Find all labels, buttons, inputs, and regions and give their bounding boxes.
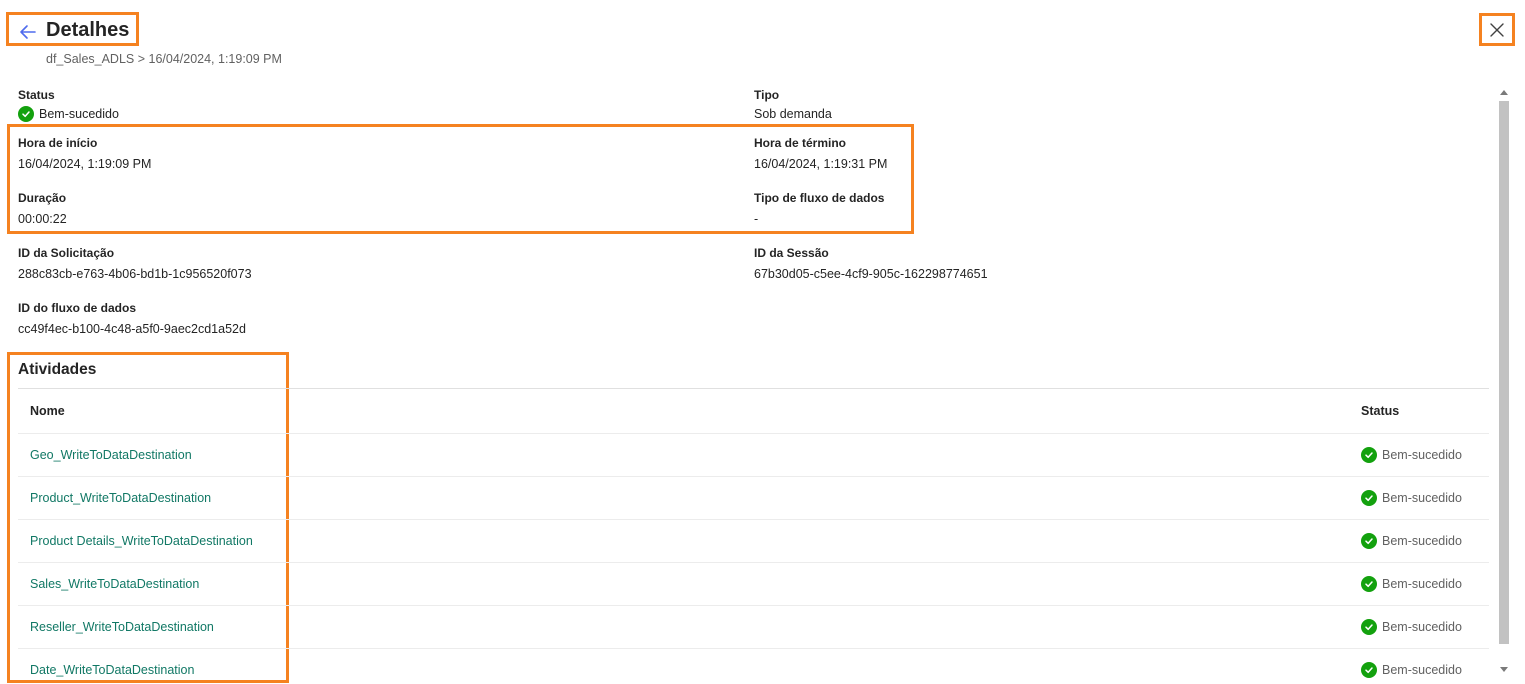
id-solicitacao-value: 288c83cb-e763-4b06-bd1b-1c956520f073 bbox=[18, 267, 252, 281]
activity-status-text: Bem-sucedido bbox=[1382, 577, 1462, 591]
id-fluxo-label: ID do fluxo de dados bbox=[18, 301, 137, 315]
success-check-icon bbox=[18, 106, 34, 122]
vertical-scrollbar[interactable] bbox=[1497, 86, 1511, 676]
activity-status-text: Bem-sucedido bbox=[1382, 534, 1462, 548]
tipo-label: Tipo bbox=[754, 88, 780, 102]
success-check-icon bbox=[1361, 662, 1377, 678]
activity-status: Bem-sucedido bbox=[1361, 490, 1462, 506]
activity-link[interactable]: Product_WriteToDataDestination bbox=[30, 491, 211, 505]
id-sessao-value: 67b30d05-c5ee-4cf9-905c-162298774651 bbox=[754, 267, 988, 281]
id-solicitacao-label: ID da Solicitação bbox=[18, 246, 115, 260]
column-header-status[interactable]: Status bbox=[1361, 404, 1399, 418]
scrollbar-thumb[interactable] bbox=[1499, 101, 1509, 644]
page-title: Detalhes bbox=[46, 19, 130, 41]
status-label: Status bbox=[18, 88, 55, 102]
success-check-icon bbox=[1361, 619, 1377, 635]
id-sessao-label: ID da Sessão bbox=[754, 246, 829, 260]
close-icon[interactable] bbox=[1488, 21, 1506, 39]
activity-status-text: Bem-sucedido bbox=[1382, 663, 1462, 677]
activities-title: Atividades bbox=[18, 361, 97, 378]
activity-link[interactable]: Product Details_WriteToDataDestination bbox=[30, 534, 253, 548]
status-value-row: Bem-sucedido bbox=[18, 106, 119, 122]
scroll-up-icon[interactable] bbox=[1500, 90, 1508, 95]
column-header-name[interactable]: Nome bbox=[30, 404, 65, 418]
tipo-fluxo-label: Tipo de fluxo de dados bbox=[754, 191, 885, 205]
activity-link[interactable]: Reseller_WriteToDataDestination bbox=[30, 620, 214, 634]
scroll-down-icon[interactable] bbox=[1500, 667, 1508, 672]
activity-status: Bem-sucedido bbox=[1361, 447, 1462, 463]
row-divider bbox=[18, 476, 1489, 477]
row-divider bbox=[18, 648, 1489, 649]
activity-status: Bem-sucedido bbox=[1361, 662, 1462, 678]
success-check-icon bbox=[1361, 533, 1377, 549]
row-divider bbox=[18, 605, 1489, 606]
hora-inicio-value: 16/04/2024, 1:19:09 PM bbox=[18, 157, 152, 171]
activity-status-text: Bem-sucedido bbox=[1382, 491, 1462, 505]
row-divider bbox=[18, 519, 1489, 520]
activity-status: Bem-sucedido bbox=[1361, 533, 1462, 549]
title-highlight: Detalhes bbox=[6, 12, 139, 46]
activity-link[interactable]: Date_WriteToDataDestination bbox=[30, 663, 194, 677]
activity-link[interactable]: Sales_WriteToDataDestination bbox=[30, 577, 199, 591]
row-divider bbox=[18, 562, 1489, 563]
duracao-value: 00:00:22 bbox=[18, 212, 67, 226]
activity-link[interactable]: Geo_WriteToDataDestination bbox=[30, 448, 192, 462]
success-check-icon bbox=[1361, 447, 1377, 463]
activity-status: Bem-sucedido bbox=[1361, 619, 1462, 635]
duracao-label: Duração bbox=[18, 191, 67, 205]
tipo-value: Sob demanda bbox=[754, 107, 832, 121]
success-check-icon bbox=[1361, 576, 1377, 592]
id-fluxo-value: cc49f4ec-b100-4c48-a5f0-9aec2cd1a52d bbox=[18, 322, 246, 336]
status-value: Bem-sucedido bbox=[39, 107, 119, 121]
hora-termino-value: 16/04/2024, 1:19:31 PM bbox=[754, 157, 888, 171]
activity-status: Bem-sucedido bbox=[1361, 576, 1462, 592]
success-check-icon bbox=[1361, 490, 1377, 506]
hora-termino-label: Hora de término bbox=[754, 136, 847, 150]
arrow-left-icon[interactable] bbox=[17, 21, 39, 43]
tipo-fluxo-value: - bbox=[754, 212, 759, 226]
row-divider bbox=[18, 433, 1489, 434]
activity-status-text: Bem-sucedido bbox=[1382, 448, 1462, 462]
activity-status-text: Bem-sucedido bbox=[1382, 620, 1462, 634]
hora-inicio-label: Hora de início bbox=[18, 136, 98, 150]
activities-divider bbox=[18, 388, 1489, 389]
close-highlight bbox=[1479, 13, 1515, 46]
breadcrumb: df_Sales_ADLS > 16/04/2024, 1:19:09 PM bbox=[46, 52, 282, 66]
